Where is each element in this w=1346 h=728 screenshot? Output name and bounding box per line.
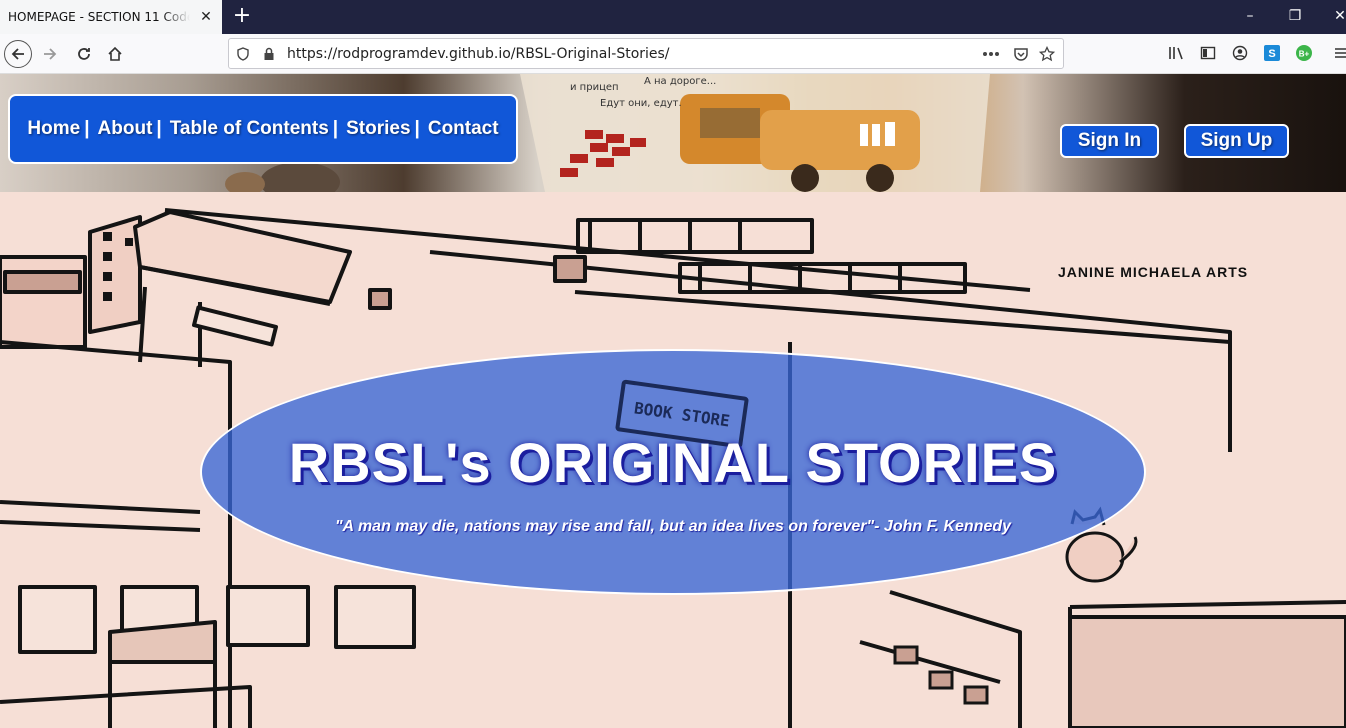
nav-separator: | <box>84 118 90 139</box>
tab-title: HOMEPAGE - SECTION 11 Code Ref <box>8 10 190 24</box>
pocket-icon[interactable] <box>1011 44 1031 64</box>
account-icon[interactable] <box>1229 42 1251 64</box>
svg-text:S: S <box>1268 48 1275 60</box>
restore-window-icon[interactable]: ❐ <box>1285 6 1305 26</box>
sign-up-button[interactable]: Sign Up <box>1184 124 1289 158</box>
back-arrow-icon[interactable] <box>4 40 32 68</box>
forward-arrow-icon[interactable] <box>36 40 64 68</box>
lock-icon[interactable] <box>259 44 279 64</box>
more-actions-icon[interactable] <box>981 44 1001 64</box>
close-tab-icon[interactable]: ✕ <box>198 9 214 25</box>
nav-link-home[interactable]: Home <box>27 118 80 140</box>
web-page: и прицеп Едут они, едут. А на дороге... … <box>0 74 1346 728</box>
nav-link-table-of-contents[interactable]: Table of Contents <box>170 118 329 140</box>
sidebar-icon[interactable] <box>1197 42 1219 64</box>
svg-text:B+: B+ <box>1299 50 1310 59</box>
shield-icon[interactable] <box>233 44 253 64</box>
header-banner-image: и прицеп Едут они, едут. А на дороге... … <box>0 74 1346 192</box>
close-window-icon[interactable]: ✕ <box>1330 6 1346 26</box>
home-icon[interactable] <box>101 40 129 68</box>
site-title: RBSL's ORIGINAL STORIES <box>288 431 1058 494</box>
browser-tab-bar: HOMEPAGE - SECTION 11 Code Ref ✕ + – ❐ ✕ <box>0 0 1346 34</box>
minimize-window-icon[interactable]: – <box>1240 6 1260 26</box>
main-navigation: Home | About | Table of Contents | Stori… <box>8 94 518 164</box>
reload-icon[interactable] <box>70 40 98 68</box>
nav-separator: | <box>332 118 339 139</box>
sign-in-button[interactable]: Sign In <box>1060 124 1159 158</box>
hero-quote: "A man may die, nations may rise and fal… <box>334 518 1012 535</box>
menu-icon[interactable] <box>1330 42 1346 64</box>
hero-illustration: JANINE MICHAELA ARTS BOOK STORE RBSL's O… <box>0 192 1346 728</box>
nav-link-stories[interactable]: Stories <box>346 118 410 140</box>
nav-separator: | <box>156 118 162 139</box>
nav-separator: | <box>414 118 420 139</box>
bookmark-star-icon[interactable] <box>1037 44 1057 64</box>
svg-text:и прицеп: и прицеп <box>570 82 619 93</box>
artist-credit: JANINE MICHAELA ARTS <box>1058 264 1249 280</box>
url-text: https://rodprogramdev.github.io/RBSL-Ori… <box>287 46 670 62</box>
browser-tab-active[interactable]: HOMEPAGE - SECTION 11 Code Ref ✕ <box>0 0 222 34</box>
book-store-sign-text: BOOK STORE <box>632 397 732 431</box>
new-tab-icon[interactable]: + <box>230 5 254 29</box>
address-bar[interactable]: https://rodprogramdev.github.io/RBSL-Ori… <box>228 38 1064 69</box>
library-icon[interactable] <box>1166 42 1188 64</box>
browser-nav-bar: https://rodprogramdev.github.io/RBSL-Ori… <box>0 34 1346 74</box>
skype-extension-icon[interactable]: S <box>1261 42 1283 64</box>
nav-link-contact[interactable]: Contact <box>428 118 499 140</box>
svg-text:Едут они, едут.: Едут они, едут. <box>600 98 682 109</box>
svg-text:А на дороге...: А на дороге... <box>644 76 716 87</box>
nav-link-about[interactable]: About <box>98 118 153 140</box>
grammar-extension-icon[interactable]: B+ <box>1293 42 1315 64</box>
